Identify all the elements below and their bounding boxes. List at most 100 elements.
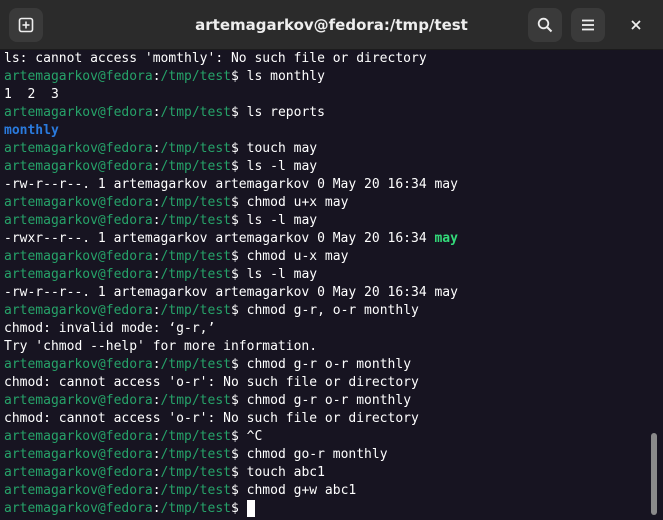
prompt-colon: : xyxy=(152,195,161,210)
output-text: ls: cannot access 'momthly': No such fil… xyxy=(4,51,427,66)
prompt-colon: : xyxy=(152,267,161,282)
prompt-path: /tmp/test xyxy=(160,465,231,480)
output-line: -rw-r--r--. 1 artemagarkov artemagarkov … xyxy=(4,176,458,194)
executable-name: may xyxy=(434,231,458,246)
prompt-colon: : xyxy=(152,483,161,498)
prompt-line: artemagarkov@fedora:/tmp/test$ chmod g-r… xyxy=(4,392,411,410)
terminal-output[interactable]: ls: cannot access 'momthly': No such fil… xyxy=(0,50,650,520)
prompt-path: /tmp/test xyxy=(160,249,231,264)
prompt-user-host: artemagarkov@fedora xyxy=(4,69,153,84)
prompt-path: /tmp/test xyxy=(160,483,231,498)
prompt-line: artemagarkov@fedora:/tmp/test$ ls report… xyxy=(4,104,325,122)
close-button[interactable] xyxy=(619,8,653,42)
prompt-symbol: $ xyxy=(231,357,247,372)
prompt-colon: : xyxy=(152,501,161,516)
prompt-symbol: $ xyxy=(231,501,247,516)
output-text: Try 'chmod --help' for more information. xyxy=(4,339,318,354)
prompt-colon: : xyxy=(152,249,161,264)
prompt-path: /tmp/test xyxy=(160,195,231,210)
output-text: -rwxr--r--. 1 artemagarkov artemagarkov … xyxy=(4,231,435,246)
prompt-user-host: artemagarkov@fedora xyxy=(4,141,153,156)
prompt-user-host: artemagarkov@fedora xyxy=(4,213,153,228)
prompt-user-host: artemagarkov@fedora xyxy=(4,465,153,480)
command-text: chmod u+x may xyxy=(246,195,349,210)
prompt-line: artemagarkov@fedora:/tmp/test$ ls -l may xyxy=(4,266,317,284)
prompt-symbol: $ xyxy=(231,69,247,84)
prompt-path: /tmp/test xyxy=(160,105,231,120)
prompt-line: artemagarkov@fedora:/tmp/test$ chmod u-x… xyxy=(4,248,348,266)
prompt-user-host: artemagarkov@fedora xyxy=(4,447,153,462)
output-text: 1 2 3 xyxy=(4,87,59,102)
prompt-line: artemagarkov@fedora:/tmp/test$ chmod g+w… xyxy=(4,482,356,500)
prompt-path: /tmp/test xyxy=(160,393,231,408)
prompt-colon: : xyxy=(152,447,161,462)
prompt-colon: : xyxy=(152,429,161,444)
prompt-path: /tmp/test xyxy=(160,429,231,444)
prompt-symbol: $ xyxy=(231,213,247,228)
prompt-symbol: $ xyxy=(231,483,247,498)
prompt-line: artemagarkov@fedora:/tmp/test$ touch may xyxy=(4,140,317,158)
new-tab-button[interactable] xyxy=(9,8,43,42)
new-tab-icon xyxy=(18,17,34,33)
output-text: chmod: cannot access 'o-r': No such file… xyxy=(4,411,419,426)
prompt-path: /tmp/test xyxy=(160,357,231,372)
command-text: chmod g-r o-r monthly xyxy=(246,357,412,372)
prompt-path: /tmp/test xyxy=(160,69,231,84)
prompt-user-host: artemagarkov@fedora xyxy=(4,249,153,264)
command-text: touch may xyxy=(246,141,318,156)
directory-name: monthly xyxy=(4,123,59,138)
prompt-line: artemagarkov@fedora:/tmp/test$ ls monthl… xyxy=(4,68,325,86)
text-cursor xyxy=(246,500,255,517)
prompt-path: /tmp/test xyxy=(160,447,231,462)
prompt-symbol: $ xyxy=(231,249,247,264)
prompt-colon: : xyxy=(152,213,161,228)
prompt-colon: : xyxy=(152,69,161,84)
command-text: ls monthly xyxy=(246,69,325,84)
terminal-window: artemagarkov@fedora:/tmp/test ls: cannot… xyxy=(0,0,663,520)
prompt-path: /tmp/test xyxy=(160,303,231,318)
prompt-path: /tmp/test xyxy=(160,501,231,516)
command-text: ls reports xyxy=(246,105,325,120)
prompt-colon: : xyxy=(152,159,161,174)
prompt-user-host: artemagarkov@fedora xyxy=(4,159,153,174)
prompt-symbol: $ xyxy=(231,159,247,174)
prompt-symbol: $ xyxy=(231,141,247,156)
prompt-path: /tmp/test xyxy=(160,159,231,174)
scrollbar-thumb[interactable] xyxy=(651,433,657,515)
output-line: monthly xyxy=(4,122,59,140)
prompt-symbol: $ xyxy=(231,393,247,408)
prompt-line: artemagarkov@fedora:/tmp/test$ chmod go-… xyxy=(4,446,388,464)
prompt-user-host: artemagarkov@fedora xyxy=(4,303,153,318)
prompt-line: artemagarkov@fedora:/tmp/test$ ls -l may xyxy=(4,158,317,176)
prompt-symbol: $ xyxy=(231,429,247,444)
prompt-line: artemagarkov@fedora:/tmp/test$ xyxy=(4,500,255,518)
prompt-user-host: artemagarkov@fedora xyxy=(4,501,153,516)
prompt-line: artemagarkov@fedora:/tmp/test$ chmod u+x… xyxy=(4,194,348,212)
command-text: touch abc1 xyxy=(246,465,325,480)
prompt-colon: : xyxy=(152,465,161,480)
prompt-colon: : xyxy=(152,303,161,318)
prompt-symbol: $ xyxy=(231,105,247,120)
output-line: Try 'chmod --help' for more information. xyxy=(4,338,317,356)
prompt-user-host: artemagarkov@fedora xyxy=(4,267,153,282)
command-text: ^C xyxy=(246,429,263,444)
menu-button[interactable] xyxy=(571,8,605,42)
command-text: chmod g+w abc1 xyxy=(246,483,357,498)
output-text: -rw-r--r--. 1 artemagarkov artemagarkov … xyxy=(4,285,458,300)
hamburger-menu-icon xyxy=(582,19,594,31)
title-bar[interactable]: artemagarkov@fedora:/tmp/test xyxy=(0,0,663,50)
command-text: chmod g-r, o-r monthly xyxy=(246,303,419,318)
search-button[interactable] xyxy=(528,8,562,42)
prompt-symbol: $ xyxy=(231,447,247,462)
prompt-user-host: artemagarkov@fedora xyxy=(4,357,153,372)
prompt-symbol: $ xyxy=(231,465,247,480)
window-title: artemagarkov@fedora:/tmp/test xyxy=(195,16,468,34)
prompt-line: artemagarkov@fedora:/tmp/test$ ls -l may xyxy=(4,212,317,230)
prompt-user-host: artemagarkov@fedora xyxy=(4,429,153,444)
output-text: chmod: cannot access 'o-r': No such file… xyxy=(4,375,419,390)
command-text: chmod u-x may xyxy=(246,249,349,264)
command-text: chmod g-r o-r monthly xyxy=(246,393,412,408)
prompt-path: /tmp/test xyxy=(160,213,231,228)
prompt-user-host: artemagarkov@fedora xyxy=(4,393,153,408)
output-line: ls: cannot access 'momthly': No such fil… xyxy=(4,50,427,68)
